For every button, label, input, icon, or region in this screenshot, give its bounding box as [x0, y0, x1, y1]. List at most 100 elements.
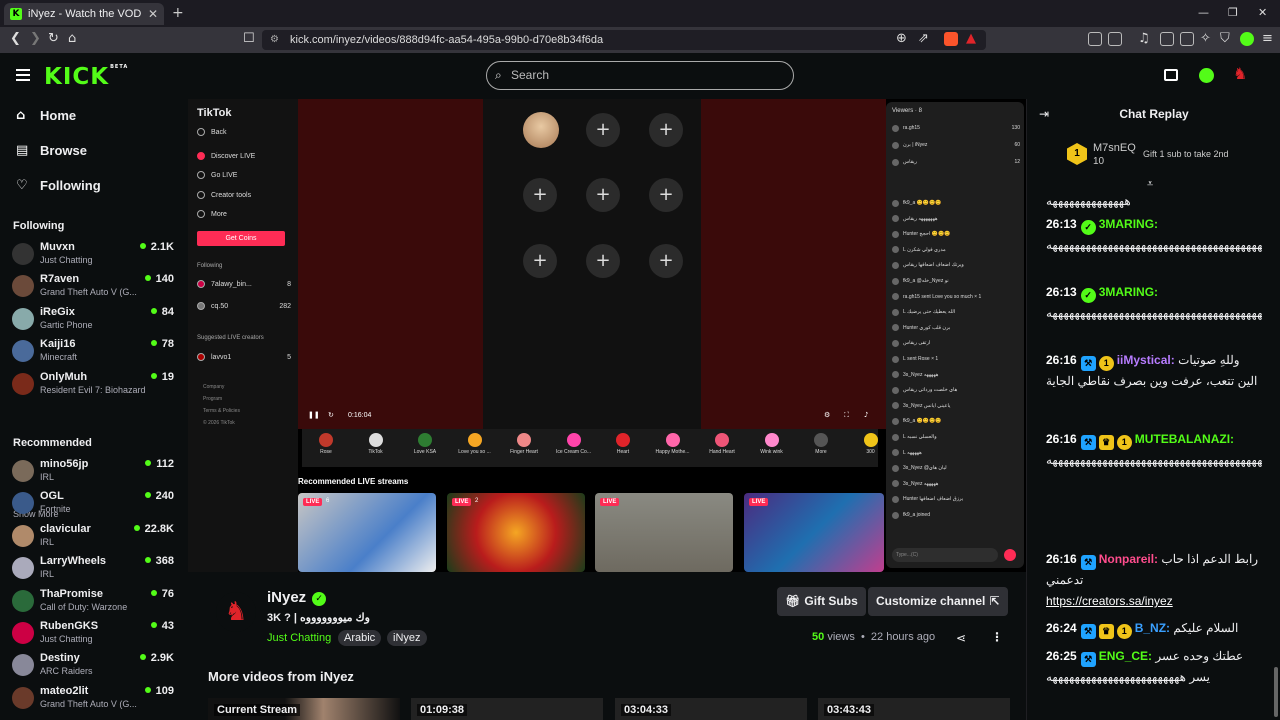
chat-message: 26:13 ✓ 3MARING: ههههههههههههههههههههههههه…	[1046, 282, 1262, 344]
kick-logo[interactable]: KICKBETA	[44, 64, 128, 90]
brave-rewards-icon[interactable]: ▲	[966, 31, 976, 46]
hamburger-menu-icon[interactable]	[16, 69, 30, 84]
sidebar-channel[interactable]: mino56jp IRL 112	[12, 458, 178, 488]
extensions-icon[interactable]	[1088, 32, 1102, 46]
tiktok-following-item: 7alawy_bin... 8	[197, 280, 291, 288]
channel-avatar[interactable]: ♞	[216, 592, 256, 632]
sidebar-home[interactable]: ⌂ Home	[16, 108, 76, 123]
new-tab-icon[interactable]: +	[172, 5, 184, 21]
forward-icon[interactable]: ❯	[30, 31, 41, 46]
chat-link[interactable]: https://creators.sa/inyez	[1046, 594, 1173, 608]
customize-channel-button[interactable]: Customize channel ⇱	[868, 587, 1008, 616]
sidebar-channel[interactable]: Kaiji16 Minecraft 78	[12, 338, 178, 368]
kick-tv-icon[interactable]	[1164, 69, 1178, 81]
chevron-down-icon[interactable]: ⩡	[1147, 177, 1153, 191]
ai-icon[interactable]: ✧	[1200, 31, 1211, 46]
wallet-icon[interactable]	[1108, 32, 1122, 46]
viewer-count: 112	[145, 458, 174, 470]
restore-icon[interactable]: ❐	[1228, 6, 1238, 19]
chat-scrollbar[interactable]	[1274, 667, 1278, 717]
sidebar-channel[interactable]: OGL Fortnite 240	[12, 490, 178, 520]
gift-icon: 🎁︎	[785, 594, 805, 608]
tag-inyez[interactable]: iNyez	[387, 630, 427, 646]
video-player[interactable]: TikTok Back Discover LIVE Go LIVE Creato…	[188, 99, 1026, 572]
chat-username[interactable]: 3MARING:	[1099, 285, 1158, 299]
category-link[interactable]: Just Chatting	[267, 632, 331, 644]
back-icon[interactable]: ❮	[10, 31, 21, 46]
reload-icon[interactable]: ↻	[48, 31, 59, 46]
add-guest-icon: +	[649, 178, 683, 212]
channel-name[interactable]: iNyez ✓	[267, 589, 327, 606]
chat-username[interactable]: B_NZ:	[1135, 621, 1170, 635]
pinned-count: 10	[1093, 156, 1105, 167]
gift-subs-button[interactable]: 🎁︎ Gift Subs	[777, 587, 866, 616]
stream-thumbnail: LIVE	[595, 493, 733, 572]
wallet-extension-icon[interactable]	[1180, 32, 1194, 46]
profile-icon[interactable]	[1240, 32, 1254, 46]
chat-username[interactable]: iiMystical:	[1117, 353, 1175, 367]
tiktok-chat-input: Type...(C)	[892, 548, 998, 562]
close-tab-icon[interactable]: ✕	[148, 7, 158, 21]
sidebar-channel[interactable]: OnlyMuh Resident Evil 7: Biohazard 19	[12, 371, 178, 401]
tiktok-chat-row: Hunter احجج 😊😊😊	[892, 229, 1020, 239]
sidebar-channel[interactable]: clavicular IRL 22.8K	[12, 523, 178, 553]
gift-icon	[616, 433, 630, 447]
menu-icon[interactable]: ≡	[1262, 31, 1273, 46]
gift-item: Love you so ...	[451, 431, 499, 465]
chat-username[interactable]: Nonpareil:	[1099, 552, 1158, 566]
tiktok-menu-item: Go LIVE	[197, 171, 237, 179]
sidebar-toggle-icon[interactable]	[1160, 32, 1174, 46]
channel-category: ARC Raiders	[40, 666, 93, 677]
minimize-icon[interactable]: —	[1198, 6, 1209, 19]
address-bar[interactable]: ⚙ kick.com/inyez/videos/888d94fc-aa54-49…	[262, 30, 986, 50]
music-icon[interactable]: ♫	[1138, 31, 1150, 46]
gift-item: TikTok	[352, 431, 400, 465]
avatar	[12, 460, 34, 482]
sidebar-channel[interactable]: mateo2lit Grand Theft Auto V (G... 109	[12, 685, 178, 715]
sidebar-channel[interactable]: Destiny ARC Raiders 2.9K	[12, 652, 178, 682]
sidebar-browse[interactable]: ▤ Browse	[16, 143, 87, 158]
vpn-shield-icon[interactable]: ⛉	[1220, 31, 1230, 46]
share-icon[interactable]: ⋖	[956, 631, 966, 645]
avatar	[892, 449, 899, 457]
browser-tab[interactable]: K iNyez - Watch the VOD on Kick ✕	[4, 3, 164, 25]
pinned-username[interactable]: M7snEQ	[1093, 142, 1136, 154]
brave-shield-icon[interactable]	[944, 32, 958, 46]
avatar	[892, 371, 899, 379]
avatar	[12, 686, 34, 709]
kick-rewards-icon[interactable]	[1199, 68, 1214, 83]
channel-name: iReGix	[40, 305, 75, 318]
chat-username[interactable]: 3MARING:	[1099, 217, 1158, 231]
channel-category: IRL	[40, 536, 55, 547]
channel-name: OGL	[40, 490, 64, 503]
channel-category: Minecraft	[40, 352, 78, 363]
video-meta: 50 views • 22 hours ago	[812, 631, 936, 643]
sidebar-following[interactable]: ♡ Following	[16, 178, 101, 193]
sidebar-channel[interactable]: R7aven Grand Theft Auto V (G... 140	[12, 273, 178, 303]
channel-name: Muvxn	[40, 241, 75, 253]
tag-arabic[interactable]: Arabic	[338, 630, 382, 646]
video-thumbnail[interactable]: 03:04:33	[615, 698, 807, 720]
zoom-icon[interactable]: ⊕	[896, 31, 907, 46]
bookmark-icon[interactable]: ☐	[243, 31, 255, 46]
sidebar-channel[interactable]: Muvxn Just Chatting 2.1K	[12, 241, 178, 271]
video-thumbnail[interactable]: 01:09:38	[411, 698, 603, 720]
sidebar-channel[interactable]: iReGix Gartic Phone 84	[12, 306, 178, 336]
search-input[interactable]: ⌕ Search	[486, 61, 794, 90]
tiktok-chat-row: ريقاس ويرتك اضعاف اضعافها	[892, 260, 1020, 270]
home-browser-icon[interactable]: ⌂	[68, 31, 76, 46]
browse-icon: ▤	[16, 143, 29, 158]
video-thumbnail[interactable]: Current Stream	[208, 698, 400, 720]
video-thumbnail[interactable]: 03:43:43	[818, 698, 1010, 720]
sidebar-channel[interactable]: RubenGKS Just Chatting 43	[12, 620, 178, 650]
user-avatar[interactable]: ♞	[1233, 64, 1247, 83]
gift-item: Hand Heart	[698, 431, 746, 465]
chat-username[interactable]: MUTEBALANAZI:	[1135, 432, 1234, 446]
sidebar-channel[interactable]: ThaPromise Call of Duty: Warzone 76	[12, 588, 178, 618]
chat-username[interactable]: ENG_CE:	[1099, 649, 1152, 663]
site-info-icon[interactable]: ⚙	[270, 30, 279, 50]
share-icon[interactable]: ⇗	[918, 31, 929, 46]
close-window-icon[interactable]: ✕	[1258, 6, 1267, 19]
more-options-icon[interactable]: ⋮	[991, 630, 1003, 644]
sidebar-channel[interactable]: LarryWheels IRL 368	[12, 555, 178, 585]
